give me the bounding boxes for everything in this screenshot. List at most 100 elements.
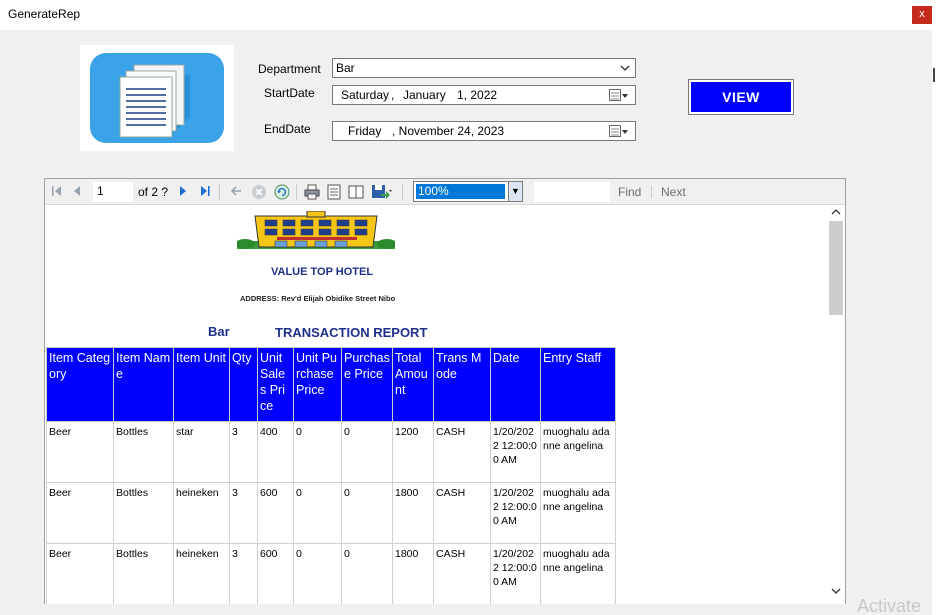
table-cell: 1200 — [392, 421, 434, 483]
scroll-down-icon[interactable] — [831, 587, 841, 595]
transaction-table: Item Category Item Name Item Unit Qty Un… — [46, 347, 616, 604]
last-page-icon[interactable] — [199, 184, 211, 198]
find-input[interactable] — [534, 182, 610, 202]
table-cell: 1800 — [392, 543, 434, 604]
zoom-value: 100% — [416, 184, 505, 199]
view-button[interactable]: VIEW — [688, 79, 794, 115]
enddate-label: EndDate — [264, 122, 311, 136]
hotel-address: ADDRESS: Rev'd Elijah Obidike Street Nib… — [240, 294, 396, 303]
table-cell: Bottles — [113, 421, 174, 483]
print-icon[interactable] — [304, 184, 320, 200]
table-row: Beer Bottles heineken 3 600 0 0 1800 CAS… — [46, 482, 616, 544]
table-header-row: Item Category Item Name Item Unit Qty Un… — [46, 347, 616, 422]
table-cell: 0 — [293, 421, 342, 483]
column-header: Unit Sales Price — [257, 347, 294, 422]
prev-page-icon[interactable] — [72, 184, 82, 198]
table-cell: muoghalu adanne angelina — [540, 421, 616, 483]
table-cell: 400 — [257, 421, 294, 483]
window-title: GenerateRep — [8, 7, 81, 21]
refresh-icon[interactable] — [274, 184, 290, 200]
find-link[interactable]: Find — [618, 185, 641, 199]
table-cell: Beer — [46, 482, 114, 544]
report-viewer: 1 of 2 ? 100% ▼ Find Next VALUE TOP HOTE… — [44, 178, 846, 604]
table-cell: Bottles — [113, 543, 174, 604]
column-header: Qty — [229, 347, 258, 422]
scroll-up-icon[interactable] — [831, 208, 841, 216]
document-logo — [80, 45, 234, 151]
vertical-scrollbar[interactable] — [827, 206, 845, 604]
table-cell: muoghalu adanne angelina — [540, 543, 616, 604]
table-cell: 0 — [341, 421, 393, 483]
table-cell: star — [173, 421, 230, 483]
column-header: Purchase Price — [341, 347, 393, 422]
end-day: Friday — [348, 124, 382, 138]
page-setup-icon[interactable] — [348, 184, 364, 200]
table-cell: 0 — [293, 482, 342, 544]
table-cell: heineken — [173, 543, 230, 604]
table-cell: CASH — [433, 421, 491, 483]
department-label: Department — [258, 62, 321, 76]
end-date-rest: , November 24, 2023 — [392, 124, 505, 138]
table-cell: 600 — [257, 482, 294, 544]
start-day-year: 1, 2022 — [457, 88, 498, 102]
table-cell: 1/20/2022 12:00:00 AM — [490, 543, 541, 604]
scroll-thumb[interactable] — [829, 221, 843, 315]
report-toolbar: 1 of 2 ? 100% ▼ Find Next — [45, 179, 845, 205]
table-cell: 1/20/2022 12:00:00 AM — [490, 482, 541, 544]
table-row: Beer Bottles heineken 3 600 0 0 1800 CAS… — [46, 543, 616, 604]
print-layout-icon[interactable] — [327, 184, 341, 200]
page-count: of 2 ? — [138, 185, 169, 199]
table-cell: Beer — [46, 421, 114, 483]
table-cell: 600 — [257, 543, 294, 604]
toolbar-separator — [402, 184, 403, 200]
table-cell: 1/20/2022 12:00:00 AM — [490, 421, 541, 483]
table-cell: Bottles — [113, 482, 174, 544]
next-link[interactable]: Next — [661, 185, 686, 199]
edge-marker — [933, 68, 935, 82]
column-header: Date — [490, 347, 541, 422]
window-edge — [932, 30, 936, 615]
enddate-picker[interactable]: Friday , November 24, 2023 — [332, 121, 636, 141]
zoom-select[interactable]: 100% ▼ — [413, 181, 523, 202]
back-icon[interactable] — [230, 184, 242, 198]
startdate-picker[interactable]: Saturday , January 1, 2022 — [332, 85, 636, 105]
stop-icon[interactable] — [251, 184, 267, 200]
title-bar: GenerateRep x — [0, 0, 936, 30]
calendar-icon[interactable] — [609, 125, 629, 138]
start-month: January — [403, 88, 446, 102]
toolbar-separator — [651, 186, 652, 198]
next-page-icon[interactable] — [178, 184, 188, 198]
start-separator: , — [391, 88, 395, 102]
column-header: Unit Purchase Price — [293, 347, 342, 422]
chevron-down-icon[interactable]: ▼ — [508, 182, 522, 201]
close-button[interactable]: x — [912, 6, 932, 24]
first-page-icon[interactable] — [51, 184, 63, 198]
calendar-icon[interactable] — [609, 89, 629, 102]
table-cell: 3 — [229, 482, 258, 544]
view-button-label: VIEW — [691, 82, 791, 112]
department-select[interactable]: Bar — [332, 58, 636, 78]
document-icon — [90, 53, 224, 143]
export-icon[interactable] — [371, 184, 393, 200]
table-cell: Beer — [46, 543, 114, 604]
startdate-label: StartDate — [264, 86, 315, 100]
table-row: Beer Bottles star 3 400 0 0 1200 CASH 1/… — [46, 421, 616, 483]
table-cell: 0 — [293, 543, 342, 604]
report-page: VALUE TOP HOTEL ADDRESS: Rev'd Elijah Ob… — [45, 206, 827, 604]
activation-watermark: Activate — [857, 596, 922, 615]
report-department: Bar — [208, 324, 230, 339]
hotel-name: VALUE TOP HOTEL — [271, 266, 374, 278]
table-cell: 3 — [229, 543, 258, 604]
toolbar-separator — [296, 184, 297, 200]
table-cell: 3 — [229, 421, 258, 483]
toolbar-separator — [219, 184, 220, 200]
column-header: Trans Mode — [433, 347, 491, 422]
table-cell: CASH — [433, 482, 491, 544]
department-value: Bar — [336, 61, 355, 75]
page-number-input[interactable]: 1 — [93, 182, 133, 202]
column-header: Total Amount — [392, 347, 434, 422]
column-header: Item Name — [113, 347, 174, 422]
report-title: TRANSACTION REPORT — [275, 325, 428, 340]
column-header: Item Category — [46, 347, 114, 422]
table-cell: 0 — [341, 543, 393, 604]
